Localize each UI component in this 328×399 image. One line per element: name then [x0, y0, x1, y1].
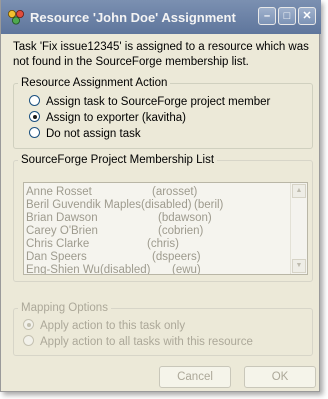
- radio-assign-member[interactable]: Assign task to SourceForge project membe…: [29, 95, 270, 111]
- app-icon: [8, 10, 24, 25]
- member-login: (cobrien): [158, 225, 204, 237]
- list-item[interactable]: Anne Rosset (arosset): [26, 186, 197, 199]
- scroll-up-icon[interactable]: ▲: [292, 184, 306, 198]
- radio-label: Apply action to this task only: [40, 320, 186, 332]
- radio-button[interactable]: [29, 127, 40, 138]
- member-name: Chris Clarke: [26, 238, 90, 250]
- member-login: (beril): [194, 199, 224, 211]
- maximize-button[interactable]: □: [278, 7, 296, 25]
- member-login: (chris): [147, 238, 179, 250]
- radio-do-not-assign[interactable]: Do not assign task: [29, 127, 141, 143]
- membership-legend: SourceForge Project Membership List: [21, 154, 215, 166]
- membership-listbox[interactable]: Anne Rosset (arosset) Beril Guvendik Mapl…: [23, 182, 308, 275]
- list-scrollbar[interactable]: ▲ ▼: [290, 183, 307, 274]
- info-message: Task 'Fix issue12345' is assigned to a r…: [13, 41, 309, 68]
- member-name: Brian Dawson: [26, 212, 98, 224]
- member-login: (ewu): [172, 264, 201, 275]
- list-item[interactable]: Brian Dawson (bdawson): [26, 212, 212, 225]
- member-name: Beril Guvendik Maples(disabled): [26, 199, 192, 211]
- list-item[interactable]: Dan Speers (dspeers): [26, 251, 201, 264]
- radio-apply-all-tasks[interactable]: Apply action to all tasks with this reso…: [23, 335, 253, 351]
- member-name: Anne Rosset: [26, 186, 92, 198]
- list-item[interactable]: Carey O'Brien (cobrien): [26, 225, 203, 238]
- member-name: Eng-Shien Wu(disabled): [26, 264, 151, 275]
- cancel-button[interactable]: Cancel: [159, 366, 231, 388]
- mapping-options-legend: Mapping Options: [21, 302, 108, 314]
- close-button[interactable]: ✕: [298, 7, 316, 25]
- minimize-button[interactable]: –: [258, 7, 276, 25]
- list-item[interactable]: Eng-Shien Wu(disabled) (ewu): [26, 264, 201, 275]
- assignment-dialog: Resource 'John Doe' Assignment – □ ✕ Tas…: [0, 0, 321, 392]
- radio-button-selected[interactable]: [29, 111, 40, 122]
- member-login: (dspeers): [152, 251, 201, 263]
- member-name: Carey O'Brien: [26, 225, 98, 237]
- radio-apply-this-task[interactable]: Apply action to this task only: [23, 319, 185, 335]
- radio-button[interactable]: [23, 335, 34, 346]
- list-item[interactable]: Chris Clarke (chris): [26, 238, 179, 251]
- radio-label: Apply action to all tasks with this reso…: [40, 336, 253, 348]
- title-bar[interactable]: Resource 'John Doe' Assignment – □ ✕: [1, 0, 321, 34]
- member-name: Dan Speers: [26, 251, 87, 263]
- radio-button-selected[interactable]: [23, 319, 34, 330]
- radio-assign-exporter[interactable]: Assign to exporter (kavitha): [29, 111, 186, 127]
- scroll-down-icon[interactable]: ▼: [292, 259, 306, 273]
- list-item[interactable]: Beril Guvendik Maples(disabled) (beril): [26, 199, 223, 212]
- radio-label: Assign task to SourceForge project membe…: [46, 96, 271, 108]
- window-title: Resource 'John Doe' Assignment: [30, 10, 236, 25]
- assignment-action-legend: Resource Assignment Action: [21, 77, 168, 89]
- ok-button[interactable]: OK: [244, 366, 316, 388]
- member-login: (bdawson): [158, 212, 212, 224]
- radio-label: Do not assign task: [46, 128, 141, 140]
- radio-button[interactable]: [29, 95, 40, 106]
- member-login: (arosset): [152, 186, 198, 198]
- radio-label: Assign to exporter (kavitha): [46, 112, 186, 124]
